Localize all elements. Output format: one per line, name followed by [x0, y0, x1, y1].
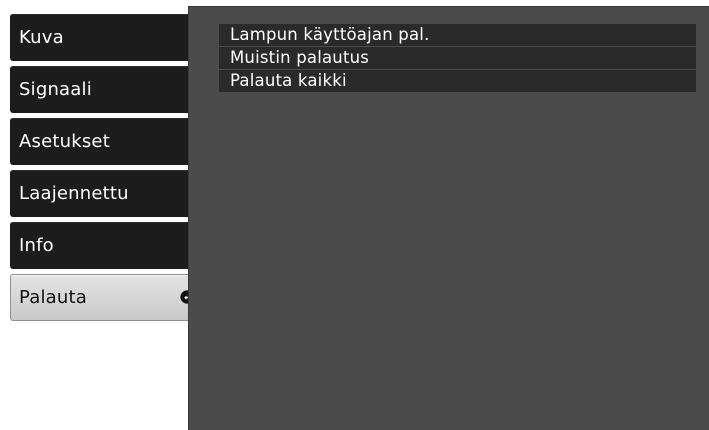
submenu-panel: Lampun käyttöajan pal. Muistin palautus …	[188, 6, 709, 430]
menu-item-laajennettu[interactable]: Laajennettu	[10, 170, 188, 217]
menu-item-label: Palauta	[19, 287, 88, 308]
menu-item-kuva[interactable]: Kuva	[10, 14, 188, 61]
submenu-item-lamp-hours-reset[interactable]: Lampun käyttöajan pal.	[219, 24, 696, 46]
menu-item-info[interactable]: Info	[10, 222, 188, 269]
submenu-item-memory-reset[interactable]: Muistin palautus	[219, 47, 696, 69]
projector-menu-screen: Kuva Signaali Asetukset Laajennettu Info…	[0, 0, 709, 430]
menu-item-signaali[interactable]: Signaali	[10, 66, 188, 113]
menu-item-palauta[interactable]: Palauta	[10, 274, 203, 321]
submenu-item-reset-all[interactable]: Palauta kaikki	[219, 70, 696, 92]
menu-item-asetukset[interactable]: Asetukset	[10, 118, 188, 165]
